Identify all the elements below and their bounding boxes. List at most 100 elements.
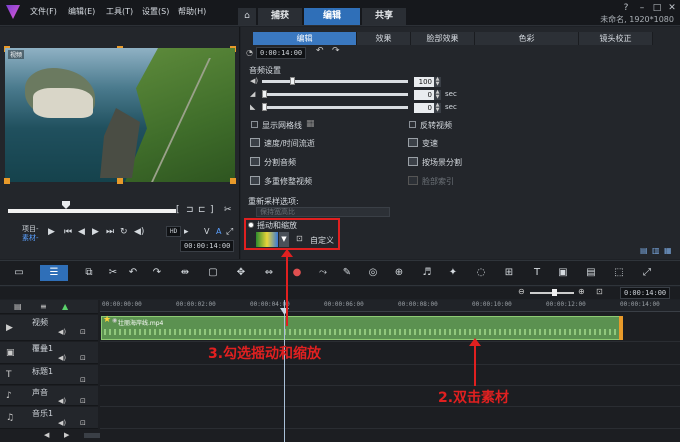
variable-speed-icon[interactable] [408, 138, 418, 147]
video-clip[interactable] [101, 316, 621, 340]
record-icon[interactable]: ● [290, 267, 304, 278]
scene-split-button[interactable]: 按场景分割 [422, 157, 462, 168]
media-icon[interactable]: ▣ [556, 267, 570, 278]
next-frame-icon[interactable]: ▶ [92, 227, 99, 237]
menu-tools[interactable]: 工具(T) [106, 6, 133, 17]
fullscreen-icon[interactable]: ⤢ [226, 227, 233, 237]
lock-icon[interactable]: ⊡ [80, 397, 86, 405]
home-icon[interactable]: ⏮ [64, 227, 72, 237]
volume-icon[interactable]: ◀) [134, 227, 144, 237]
show-grid-checkbox[interactable] [251, 121, 258, 128]
menu-help[interactable]: 帮助(H) [178, 6, 206, 17]
mode-v[interactable]: V [204, 227, 209, 236]
cut-icon[interactable]: ✂ [224, 205, 232, 215]
fade-out-spinner[interactable]: ▲ ▼ [434, 103, 441, 113]
panel-icon[interactable]: ▥ [652, 246, 660, 255]
duration-field[interactable]: 0:00:14:00 [256, 47, 307, 59]
repeat-icon[interactable]: ↻ [120, 227, 128, 237]
scroll-right-icon[interactable]: ▶ [64, 431, 69, 439]
chevron-down-icon[interactable]: ▼ [279, 232, 289, 247]
menu-file[interactable]: 文件(F) [30, 6, 57, 17]
fit-icon[interactable]: ⇹ [178, 267, 192, 278]
clip-trim-handle[interactable] [619, 316, 623, 340]
undo-icon[interactable]: ↶ [126, 267, 140, 278]
crop-handle[interactable] [4, 178, 10, 184]
mode-a[interactable]: A [216, 227, 221, 236]
lock-icon[interactable]: ⊡ [80, 354, 86, 362]
multi-trim-button[interactable]: 多重修整视频 [264, 176, 312, 187]
menu-settings[interactable]: 设置(S) [142, 6, 169, 17]
crop-icon[interactable]: ⊞ [502, 267, 516, 278]
shape-icon[interactable]: ◌ [474, 267, 488, 278]
video-preview[interactable] [5, 48, 249, 182]
tab-effects[interactable]: 效果 [357, 32, 411, 45]
lock-icon[interactable]: ⊡ [80, 419, 86, 427]
export-icon[interactable]: ⬚ [612, 267, 626, 278]
magic-icon[interactable]: ✦ [446, 267, 460, 278]
home-icon[interactable]: ⌂ [238, 8, 256, 25]
storyboard-view-icon[interactable]: ▭ [12, 267, 26, 278]
tab-lens-correction[interactable]: 镜头校正 [579, 32, 653, 45]
reverse-checkbox[interactable] [409, 121, 416, 128]
pan-zoom-radio[interactable] [248, 222, 254, 228]
close-icon[interactable]: ✕ [666, 3, 678, 13]
zoom-out-icon[interactable]: ⊖ [518, 287, 525, 296]
track-manager-icon[interactable]: ▤ [14, 302, 22, 311]
lane-music[interactable] [100, 407, 680, 429]
scroll-left-icon[interactable]: ◀ [44, 431, 49, 439]
fade-in-input[interactable]: 0 [414, 90, 434, 100]
fade-in-spinner[interactable]: ▲ ▼ [434, 90, 441, 100]
redo-icon[interactable]: ↷ [150, 267, 164, 278]
rotate-right-icon[interactable]: ↷ [332, 46, 340, 56]
split-audio-icon[interactable] [250, 157, 260, 166]
fade-out-slider-knob[interactable] [262, 103, 267, 111]
tab-edit-options[interactable]: 编辑 [253, 32, 357, 45]
tab-face-effects[interactable]: 脸部效果 [411, 32, 475, 45]
split-audio-button[interactable]: 分割音频 [264, 157, 296, 168]
mute-icon[interactable]: ◀) [58, 397, 66, 405]
trim-mark-in-icon[interactable]: [ [176, 205, 180, 215]
crop-handle[interactable] [117, 178, 123, 184]
scene-split-icon[interactable] [408, 157, 418, 166]
lane-overlay[interactable] [100, 342, 680, 365]
pan-zoom-preset-button[interactable] [256, 232, 278, 247]
tab-color[interactable]: 色彩 [475, 32, 579, 45]
timeline-view-icon[interactable]: ☰ [47, 267, 61, 278]
chapter-icon[interactable]: ≡ [40, 302, 47, 311]
clip-mode[interactable]: 素材- [22, 233, 39, 243]
3d-title-icon[interactable]: T [530, 267, 544, 278]
tools-icon[interactable]: ✂ [106, 267, 120, 278]
multi-trim-icon[interactable] [250, 176, 260, 185]
fullscreen-icon[interactable]: ⤢ [640, 267, 654, 278]
tab-share[interactable]: 共享 [362, 8, 406, 25]
tracking-icon[interactable]: ⊕ [392, 267, 406, 278]
tab-edit[interactable]: 编辑 [304, 8, 360, 25]
custom-icon[interactable]: ⊡ [296, 234, 303, 243]
rotate-left-icon[interactable]: ↶ [316, 46, 324, 56]
end-icon[interactable]: ⏭ [106, 227, 114, 237]
mixer-icon[interactable]: ♬ [420, 267, 434, 278]
trim-icon[interactable]: ⊐ [186, 205, 194, 215]
zoom-timecode[interactable]: 0:00:14:00 [620, 287, 671, 299]
lane-title[interactable] [100, 365, 680, 386]
play-icon[interactable]: ▶ [48, 227, 55, 237]
zoom-slider-knob[interactable] [552, 289, 557, 296]
speed-time-icon[interactable] [250, 138, 260, 147]
resample-select[interactable]: 保持宽高比 [256, 207, 390, 217]
preview-timecode[interactable]: 00:00:14:00 [180, 240, 235, 252]
grid-icon[interactable]: ▦ [306, 119, 315, 129]
volume-input[interactable]: 100 [414, 77, 434, 87]
speed-time-button[interactable]: 速度/时间流逝 [264, 138, 315, 149]
fade-in-slider[interactable] [262, 93, 408, 96]
ripple-icon[interactable]: ▲ [62, 302, 68, 311]
zoom-in-icon[interactable]: ⊕ [578, 287, 585, 296]
lane-voice[interactable] [100, 386, 680, 407]
motion-icon[interactable]: ⤳ [316, 267, 330, 278]
scrub-bar[interactable] [8, 209, 176, 213]
move-icon[interactable]: ✥ [234, 267, 248, 278]
trim-icon[interactable]: ⊏ [198, 205, 206, 215]
screen-icon[interactable]: ▢ [206, 267, 220, 278]
prev-frame-icon[interactable]: ◀ [78, 227, 85, 237]
copy-icon[interactable]: ⧉ [82, 267, 96, 278]
tab-capture[interactable]: 捕获 [258, 8, 302, 25]
